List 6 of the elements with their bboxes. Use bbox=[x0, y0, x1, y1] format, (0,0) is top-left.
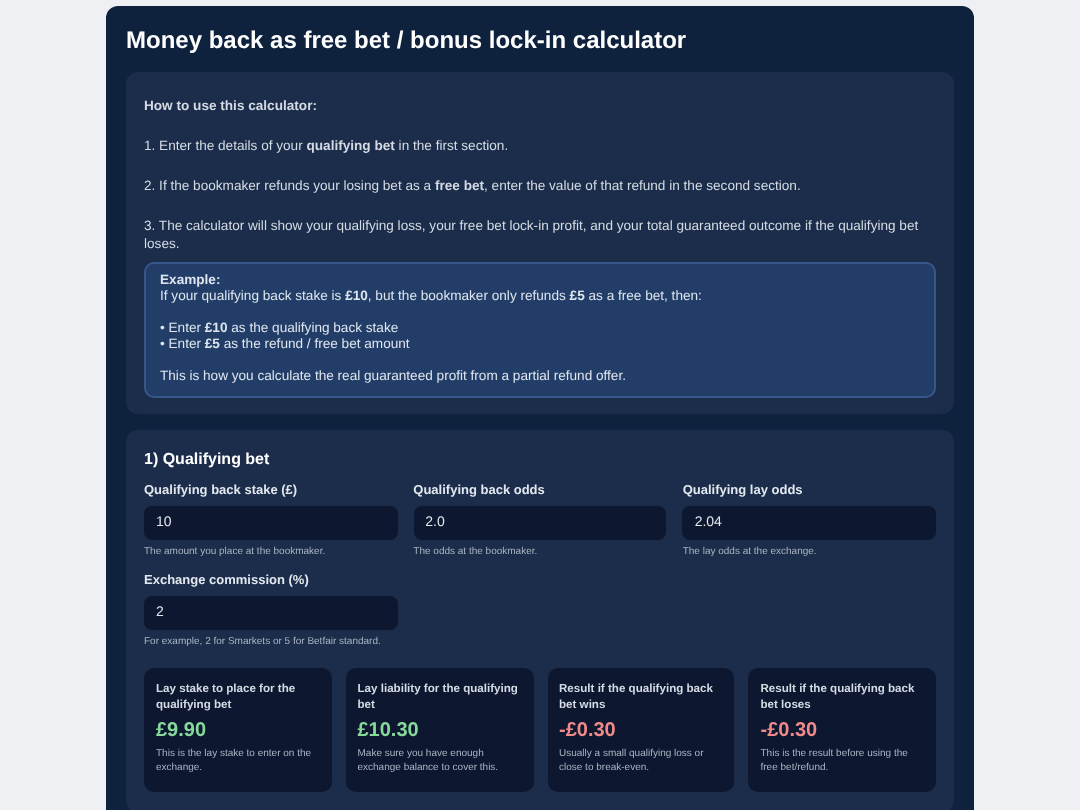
result-value: -£0.30 bbox=[760, 718, 820, 744]
section-heading: 1) Qualifying bet bbox=[144, 448, 272, 470]
page-title: Money back as free bet / bonus lock-in calculator bbox=[126, 24, 689, 56]
result-value: £9.90 bbox=[156, 718, 209, 744]
result-value: -£0.30 bbox=[559, 718, 618, 744]
result-value: £10.30 bbox=[357, 718, 421, 744]
